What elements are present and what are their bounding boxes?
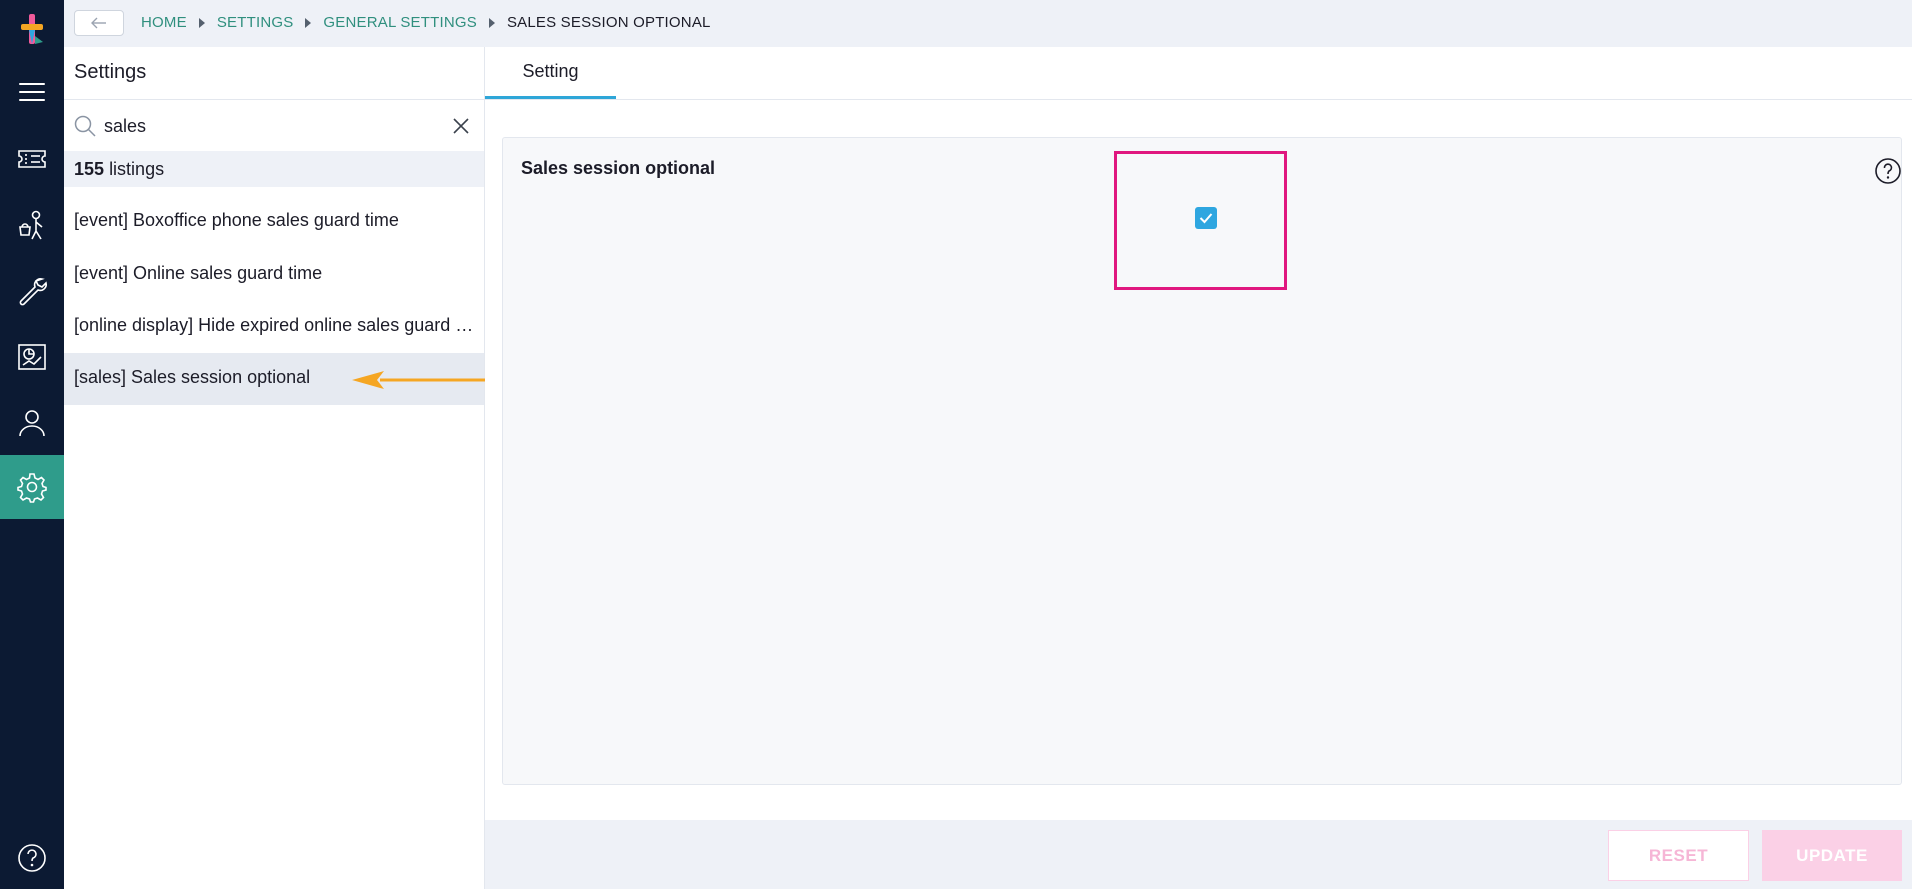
breadcrumb-current: SALES SESSION OPTIONAL [506,14,711,31]
setting-card: Sales session optional [502,137,1902,785]
setting-label: Sales session optional [521,158,716,178]
nav-settings-button[interactable] [0,455,64,519]
nav-customers-button[interactable] [0,193,64,257]
listing-count: 155 listings [64,151,484,187]
help-icon[interactable] [1874,157,1902,185]
breadcrumb: HOME SETTINGS GENERAL SETTINGS SALES SES… [141,14,711,31]
breadcrumb-separator-icon [305,17,312,28]
search-input[interactable] [104,111,434,141]
list-item[interactable]: [event] Boxoffice phone sales guard time [64,196,484,248]
search-icon [74,115,96,137]
rail-help-icon[interactable] [16,842,48,874]
tab-setting[interactable]: Setting [485,47,616,99]
breadcrumb-separator-icon [198,17,205,28]
sales-session-optional-checkbox[interactable] [1195,207,1217,229]
top-bar: HOME SETTINGS GENERAL SETTINGS SALES SES… [64,0,1912,47]
action-footer: RESET UPDATE [485,820,1912,889]
settings-icon [17,473,47,503]
divider [485,99,1912,100]
menu-button[interactable] [0,60,64,124]
nav-users-button[interactable] [0,391,64,455]
app-logo-icon[interactable] [17,12,47,48]
menu-icon [19,83,45,101]
nav-tools-button[interactable] [0,259,64,323]
nav-reports-button[interactable] [0,325,64,389]
back-button[interactable] [74,10,124,36]
nav-tickets-button[interactable] [0,127,64,191]
update-button[interactable]: UPDATE [1762,830,1902,881]
reset-button[interactable]: RESET [1608,830,1749,881]
list-item[interactable]: [online display] Hide expired online sal… [64,301,484,353]
check-icon [1199,213,1213,224]
nav-rail [0,0,64,889]
arrow-left-icon [91,17,106,29]
listing-count-number: 155 [74,159,105,179]
ticket-icon [18,150,46,168]
divider [64,99,485,100]
breadcrumb-separator-icon [488,17,495,28]
breadcrumb-home-link[interactable]: HOME [141,14,187,31]
listing-count-label: listings [109,159,165,179]
close-icon[interactable] [451,116,471,136]
list-item[interactable]: [event] Online sales guard time [64,249,484,301]
user-icon [19,410,45,437]
settings-list-panel: Settings 155 listings [event] Boxoffice … [64,47,485,889]
main-content: Setting Sales session optional RESET UPD… [485,47,1912,889]
reports-icon [18,344,46,370]
panel-title: Settings [74,61,147,83]
tools-icon [19,278,47,306]
customer-icon [19,210,43,240]
breadcrumb-settings-link[interactable]: SETTINGS [217,14,294,31]
breadcrumb-general-settings-link[interactable]: GENERAL SETTINGS [323,14,477,31]
